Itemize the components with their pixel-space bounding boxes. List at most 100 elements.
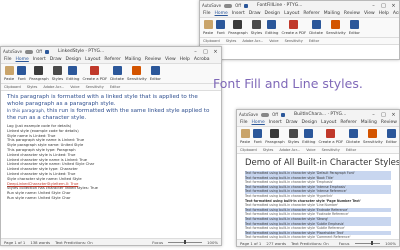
ribbon-group-label: Voice	[306, 148, 316, 152]
ribbon-button-label: Editing	[66, 76, 80, 81]
menu-view[interactable]: View	[364, 11, 375, 16]
paragraph-icon	[233, 20, 243, 29]
menu-insert[interactable]: Insert	[269, 120, 282, 125]
menu-file[interactable]: File	[4, 57, 12, 62]
ribbon-button-label: Editor	[348, 30, 360, 35]
close-icon[interactable]: ×	[212, 49, 219, 55]
zoom-slider[interactable]	[168, 240, 203, 244]
menu-layout[interactable]: Layout	[321, 120, 336, 125]
menu-review[interactable]: Review	[145, 57, 161, 62]
menu-review[interactable]: Review	[344, 11, 360, 16]
font-button[interactable]: Font	[17, 66, 27, 81]
editor-button[interactable]: Editor	[150, 66, 161, 81]
ribbon: Paste Font Paragraph Styles Editing Create a …	[200, 18, 399, 38]
save-icon[interactable]	[45, 49, 50, 54]
ribbon-button-label: Styles	[287, 139, 300, 144]
page-count[interactable]: Page 1 of 1	[240, 241, 261, 246]
menu-home[interactable]: Home	[215, 11, 228, 16]
menu-layout[interactable]: Layout	[85, 57, 100, 62]
sensitivity-icon	[368, 129, 378, 138]
text-predictions[interactable]: Text Predictions: On	[291, 241, 329, 246]
editor-button[interactable]: Editor	[349, 20, 360, 35]
menu-help[interactable]: Help	[379, 11, 389, 16]
menu-design[interactable]: Design	[66, 57, 82, 62]
paste-button[interactable]: Paste	[240, 129, 250, 144]
menu-referer[interactable]: Referer	[340, 120, 356, 125]
focus-button[interactable]: Focus	[339, 241, 350, 246]
ribbon-button-label: Paste	[4, 76, 15, 81]
minimize-icon[interactable]: –	[370, 3, 377, 9]
document-body[interactable]: This paragraph is formatted with a linke…	[1, 91, 221, 204]
paste-button[interactable]: Paste	[4, 66, 14, 81]
menu-mailing[interactable]: Mailing	[125, 57, 141, 62]
zoom-level[interactable]: 100%	[385, 241, 396, 246]
maximize-icon[interactable]: □	[202, 49, 209, 55]
menu-draw[interactable]: Draw	[50, 57, 62, 62]
menu-layout[interactable]: Layout	[284, 11, 299, 16]
menu-referer[interactable]: Referer	[104, 57, 120, 62]
maximize-icon[interactable]: □	[380, 112, 387, 118]
create-a-pdf-button[interactable]: Create a PDF	[82, 66, 107, 81]
styles-button[interactable]: Styles	[52, 66, 63, 81]
menu-design[interactable]: Design	[265, 11, 281, 16]
close-icon[interactable]: ×	[390, 112, 397, 118]
menu-file[interactable]: File	[240, 120, 248, 125]
menu-help[interactable]: Help	[180, 57, 190, 62]
sensitivity-button[interactable]: Sensitivity	[127, 66, 147, 81]
save-icon[interactable]	[244, 3, 249, 8]
minimize-icon[interactable]: –	[370, 112, 377, 118]
text-predictions[interactable]: Text Predictions: On	[55, 240, 93, 245]
sensitivity-button[interactable]: Sensitivity	[363, 129, 383, 144]
font-button[interactable]: Font	[253, 129, 263, 144]
menu-design[interactable]: Design	[302, 120, 318, 125]
word-count[interactable]: 138 words	[30, 240, 50, 245]
dictate-button[interactable]: Dictate	[346, 129, 360, 144]
menu-home[interactable]: Home	[252, 120, 265, 125]
menu-draw[interactable]: Draw	[249, 11, 261, 16]
document-body[interactable]: Demo of All Built-in Character Styles Te…	[237, 154, 399, 246]
page-count[interactable]: Page 1 of 1	[4, 240, 25, 245]
paragraph-button[interactable]: Paragraph	[265, 129, 285, 144]
menu-home[interactable]: Home	[16, 57, 29, 62]
paste-button[interactable]: Paste	[203, 20, 213, 35]
menu-file[interactable]: File	[203, 11, 211, 16]
dictate-button[interactable]: Dictate	[309, 20, 323, 35]
autosave-toggle[interactable]	[25, 49, 34, 54]
editing-button[interactable]: Editing	[66, 66, 79, 81]
dictate-button[interactable]: Dictate	[110, 66, 124, 81]
menu-insert[interactable]: Insert	[232, 11, 245, 16]
menu-view[interactable]: View	[165, 57, 176, 62]
menu-review[interactable]: Review	[381, 120, 397, 125]
editor-button[interactable]: Editor	[386, 129, 397, 144]
ribbon-button-label: Paste	[203, 30, 214, 35]
styles-button[interactable]: Styles	[287, 129, 300, 144]
word-count[interactable]: 277 words	[266, 241, 286, 246]
menu-insert[interactable]: Insert	[33, 57, 46, 62]
zoom-slider[interactable]	[354, 241, 381, 245]
styles-button[interactable]: Styles	[251, 20, 262, 35]
menu-mailing[interactable]: Mailing	[324, 11, 340, 16]
create-a-pdf-button[interactable]: Create a PDF	[281, 20, 306, 35]
save-icon[interactable]	[281, 112, 286, 117]
editing-button[interactable]: Editing	[265, 20, 278, 35]
font-button[interactable]: Font	[216, 20, 226, 35]
autosave-toggle[interactable]	[261, 112, 270, 117]
paragraph-button[interactable]: Paragraph	[228, 20, 248, 35]
sensitivity-button[interactable]: Sensitivity	[326, 20, 346, 35]
menu-referer[interactable]: Referer	[303, 11, 319, 16]
maximize-icon[interactable]: □	[380, 3, 387, 9]
paragraph-button[interactable]: Paragraph	[29, 66, 49, 81]
minimize-icon[interactable]: –	[192, 49, 199, 55]
menu-acroba[interactable]: Acroba	[194, 57, 210, 62]
editing-button[interactable]: Editing	[302, 129, 315, 144]
focus-button[interactable]: Focus	[152, 240, 163, 245]
create-a-pdf-button[interactable]: Create a PDF	[318, 129, 343, 144]
menu-draw[interactable]: Draw	[286, 120, 298, 125]
zoom-level[interactable]: 100%	[207, 240, 218, 245]
autosave-toggle[interactable]	[224, 3, 233, 8]
menu-mailing[interactable]: Mailing	[361, 120, 377, 125]
close-icon[interactable]: ×	[390, 3, 397, 9]
menu-acroba[interactable]: Acroba	[393, 11, 399, 16]
styles-icon	[52, 66, 62, 75]
autosave-toggle-state: Off	[272, 112, 279, 117]
